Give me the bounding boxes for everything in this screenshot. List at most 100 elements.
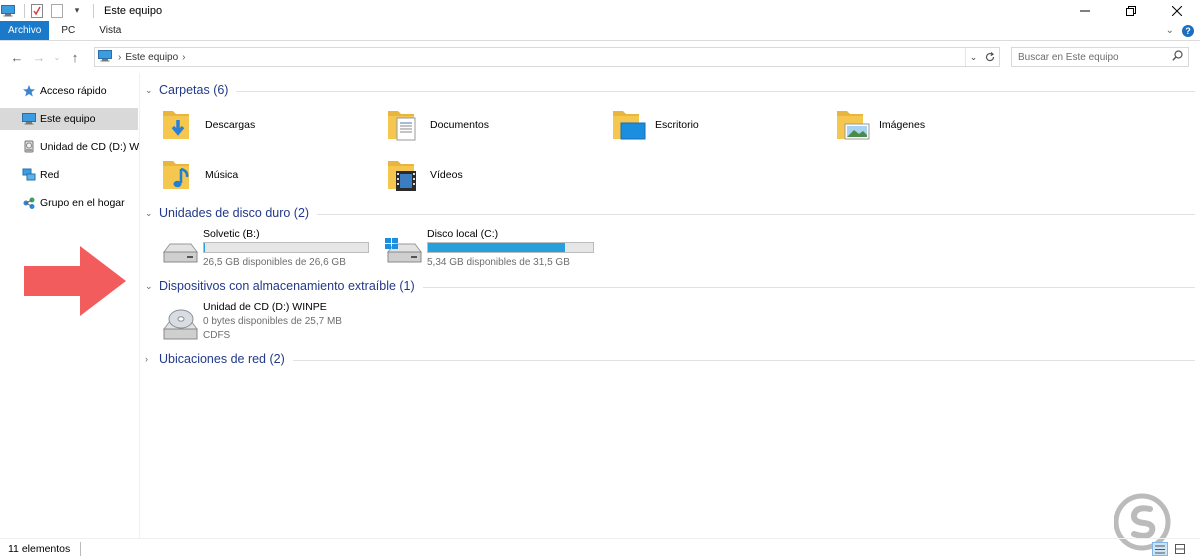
computer-icon xyxy=(22,113,36,125)
expand-chevron-icon[interactable]: › xyxy=(145,354,155,364)
folder-tile-descargas[interactable]: Descargas xyxy=(161,107,255,143)
search-placeholder: Buscar en Este equipo xyxy=(1018,51,1119,63)
view-switcher xyxy=(1152,542,1188,556)
drive-tile-solvetic[interactable]: Solvetic (B:) 26,5 GB disponibles de 26,… xyxy=(161,228,371,268)
quick-access-toolbar: ▾ xyxy=(0,0,98,21)
sidebar-item-label: Grupo en el hogar xyxy=(40,197,125,209)
group-header-dispositivos[interactable]: ⌄ Dispositivos con almacenamiento extraí… xyxy=(145,276,1195,296)
sidebar-item-label: Este equipo xyxy=(40,113,96,125)
customize-dropdown-icon[interactable]: ▾ xyxy=(69,3,85,19)
folder-tile-documentos[interactable]: Documentos xyxy=(386,107,489,143)
folder-tile-escritorio[interactable]: Escritorio xyxy=(611,107,699,143)
group-title: Dispositivos con almacenamiento extraíbl… xyxy=(159,279,415,293)
group-title: Unidades de disco duro (2) xyxy=(159,206,310,220)
drive-name: Unidad de CD (D:) WINPE xyxy=(203,301,327,313)
search-icon[interactable] xyxy=(1172,50,1183,64)
sidebar-item-este-equipo[interactable]: Este equipo xyxy=(0,108,138,130)
breadcrumb-este-equipo[interactable]: Este equipo xyxy=(125,52,178,63)
group-divider xyxy=(422,286,1195,288)
address-bar[interactable]: › Este equipo › ⌄ xyxy=(94,47,1000,67)
sidebar-item-grupo-hogar[interactable]: Grupo en el hogar xyxy=(0,192,138,214)
drive-tile-disco-local[interactable]: Disco local (C:) 5,34 GB disponibles de … xyxy=(385,228,600,268)
computer-icon xyxy=(0,3,16,19)
homegroup-icon xyxy=(23,197,35,209)
group-header-ubicaciones-red[interactable]: › Ubicaciones de red (2) xyxy=(145,349,1195,369)
cd-drive-tile[interactable]: Unidad de CD (D:) WINPE 0 bytes disponib… xyxy=(161,301,371,345)
folder-label: Descargas xyxy=(205,119,256,131)
tab-vista[interactable]: Vista xyxy=(87,21,133,40)
computer-icon xyxy=(98,49,112,65)
drive-usage-bar xyxy=(427,242,594,253)
ribbon-right: ⌄ ? xyxy=(1166,21,1200,40)
group-divider xyxy=(236,90,1195,92)
documents-folder-icon xyxy=(388,111,416,141)
help-icon[interactable]: ? xyxy=(1182,24,1194,37)
sidebar-item-red[interactable]: Red xyxy=(0,164,138,186)
network-icon xyxy=(22,168,36,181)
separator xyxy=(80,542,82,556)
downloads-folder-icon xyxy=(163,111,189,139)
back-button[interactable]: ← xyxy=(6,50,28,65)
expand-ribbon-icon[interactable]: ⌄ xyxy=(1166,25,1174,36)
sidebar-item-label: Unidad de CD (D:) WI xyxy=(40,141,140,153)
drive-name: Solvetic (B:) xyxy=(203,228,260,240)
folder-label: Música xyxy=(205,169,239,181)
red-arrow-annotation xyxy=(24,246,126,316)
large-icons-view-icon[interactable] xyxy=(1172,542,1188,556)
sidebar-item-label: Red xyxy=(40,169,60,181)
sidebar-item-acceso-rapido[interactable]: Acceso rápido xyxy=(0,80,138,102)
group-title: Carpetas (6) xyxy=(159,83,229,97)
properties-icon[interactable] xyxy=(29,3,45,19)
separator xyxy=(93,3,94,18)
cd-drive-icon xyxy=(163,309,198,340)
sidebar-item-cd-drive[interactable]: Unidad de CD (D:) WI xyxy=(0,136,140,158)
drive-free-space: 26,5 GB disponibles de 26,6 GB xyxy=(203,257,346,268)
folder-label: Vídeos xyxy=(430,169,463,181)
pictures-folder-icon xyxy=(837,111,870,140)
recent-locations-icon[interactable]: ⌄ xyxy=(50,53,64,62)
desktop-folder-icon xyxy=(613,111,646,140)
tab-pc[interactable]: PC xyxy=(49,21,87,40)
group-divider xyxy=(292,359,1195,361)
system-drive-icon xyxy=(385,238,422,263)
folder-label: Documentos xyxy=(430,119,489,131)
status-bar: 11 elementos xyxy=(0,538,1200,559)
drive-usage-fill xyxy=(428,243,565,252)
drive-usage-fill xyxy=(204,243,205,252)
drive-name: Disco local (C:) xyxy=(427,228,499,240)
close-button[interactable] xyxy=(1154,0,1200,21)
collapse-chevron-icon[interactable]: ⌄ xyxy=(145,85,155,96)
details-view-icon[interactable] xyxy=(1152,542,1168,556)
search-input[interactable]: Buscar en Este equipo xyxy=(1011,47,1189,67)
new-folder-icon[interactable] xyxy=(49,3,65,19)
address-dropdown-icon[interactable]: ⌄ xyxy=(965,48,981,66)
folder-tile-musica[interactable]: Música xyxy=(161,157,238,193)
drive-free-space: 5,34 GB disponibles de 31,5 GB xyxy=(427,257,570,268)
folder-label: Imágenes xyxy=(879,119,926,131)
ribbon-tabs: Archivo PC Vista ⌄ ? xyxy=(0,21,1200,41)
group-header-unidades[interactable]: ⌄ Unidades de disco duro (2) xyxy=(145,203,1195,223)
drive-usage-bar xyxy=(203,242,369,253)
breadcrumb-chevron-icon[interactable]: › xyxy=(118,52,121,63)
breadcrumb-chevron-icon[interactable]: › xyxy=(182,52,185,63)
folder-tile-videos[interactable]: Vídeos xyxy=(386,157,463,193)
content-pane: ⌄ Carpetas (6) Descargas Documentos Escr… xyxy=(141,73,1200,538)
minimize-button[interactable] xyxy=(1062,0,1108,21)
item-count: 11 elementos xyxy=(8,543,71,555)
sidebar-item-label: Acceso rápido xyxy=(40,85,107,97)
maximize-button[interactable] xyxy=(1108,0,1154,21)
collapse-chevron-icon[interactable]: ⌄ xyxy=(145,281,155,292)
folder-tile-imagenes[interactable]: Imágenes xyxy=(835,107,925,143)
file-explorer-window: ▾ Este equipo Archivo PC Vista ⌄ ? ← → ⌄… xyxy=(0,0,1200,559)
collapse-chevron-icon[interactable]: ⌄ xyxy=(145,208,155,219)
window-title: Este equipo xyxy=(104,4,163,17)
tab-archivo[interactable]: Archivo xyxy=(0,21,50,40)
group-title: Ubicaciones de red (2) xyxy=(159,352,285,366)
music-folder-icon xyxy=(163,161,189,189)
forward-button[interactable]: → xyxy=(28,50,50,65)
hard-drive-icon xyxy=(163,243,198,263)
refresh-icon[interactable] xyxy=(981,48,999,66)
group-divider xyxy=(317,213,1195,215)
group-header-carpetas[interactable]: ⌄ Carpetas (6) xyxy=(145,80,1195,100)
up-button[interactable]: ↑ xyxy=(64,50,86,65)
